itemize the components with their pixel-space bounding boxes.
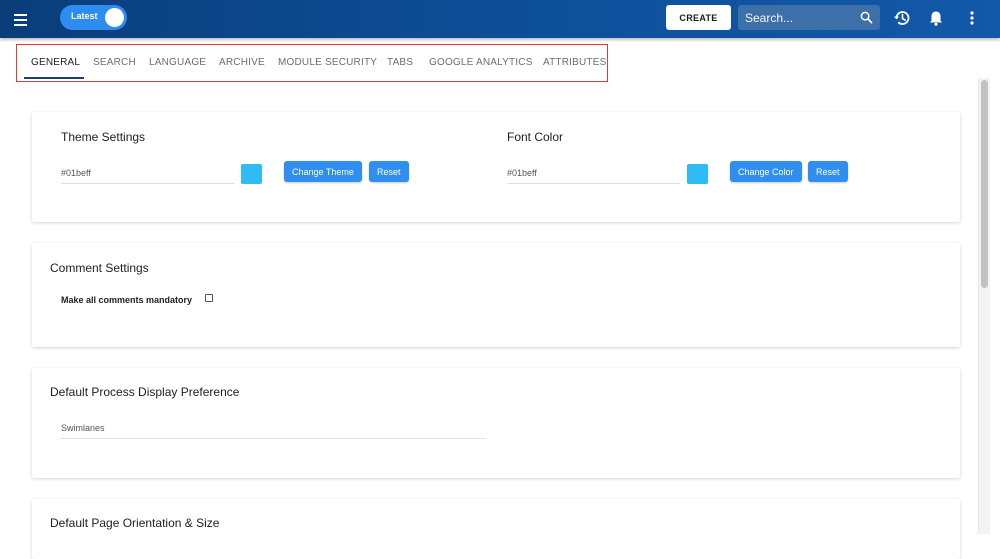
search-box: [738, 5, 880, 30]
create-button[interactable]: CREATE: [666, 5, 731, 30]
hamburger-menu-icon[interactable]: [10, 9, 32, 29]
latest-toggle-label: Latest: [71, 11, 98, 21]
active-tab-indicator: [24, 77, 84, 79]
process-display-title: Default Process Display Preference: [50, 385, 240, 399]
tab-attributes[interactable]: ATTRIBUTES: [543, 57, 606, 68]
settings-tab-bar: GENERAL SEARCH LANGUAGE ARCHIVE MODULE S…: [16, 44, 608, 82]
search-input[interactable]: [738, 5, 858, 30]
page-orientation-card: Default Page Orientation & Size: [32, 499, 960, 559]
scrollbar-thumb[interactable]: [981, 80, 988, 288]
change-theme-button[interactable]: Change Theme: [284, 161, 362, 182]
mandatory-comments-label: Make all comments mandatory: [61, 295, 193, 305]
reset-font-color-button[interactable]: Reset: [808, 161, 848, 182]
tab-search[interactable]: SEARCH: [93, 57, 136, 68]
font-color-field[interactable]: #01beff: [507, 164, 680, 184]
theme-settings-card: Theme Settings #01beff Change Theme Rese…: [32, 112, 960, 222]
comment-settings-title: Comment Settings: [50, 261, 149, 275]
tab-google-analytics[interactable]: GOOGLE ANALYTICS: [429, 57, 533, 68]
history-icon[interactable]: [892, 8, 912, 28]
theme-settings-title: Theme Settings: [61, 130, 146, 144]
search-icon[interactable]: [860, 11, 873, 24]
more-options-icon[interactable]: [962, 8, 982, 28]
change-color-button[interactable]: Change Color: [730, 161, 802, 182]
mandatory-comments-checkbox[interactable]: [205, 294, 213, 302]
tab-general[interactable]: GENERAL: [31, 57, 80, 68]
page-orientation-title: Default Page Orientation & Size: [50, 516, 220, 530]
tab-tabs[interactable]: TABS: [387, 57, 413, 68]
top-app-bar: Latest CREATE: [0, 0, 1000, 38]
reset-theme-button[interactable]: Reset: [369, 161, 409, 182]
theme-color-field[interactable]: #01beff: [61, 164, 234, 184]
tab-module-security[interactable]: MODULE SECURITY: [278, 57, 377, 68]
theme-color-swatch[interactable]: [241, 164, 262, 184]
page-scrollbar[interactable]: [978, 78, 990, 534]
latest-toggle[interactable]: Latest: [60, 5, 127, 30]
toggle-knob: [105, 8, 124, 27]
font-color-swatch[interactable]: [687, 164, 708, 184]
tab-language[interactable]: LANGUAGE: [149, 57, 206, 68]
comment-settings-card: Comment Settings Make all comments manda…: [32, 243, 960, 347]
process-display-card: Default Process Display Preference Swiml…: [32, 368, 960, 478]
font-color-title: Font Color: [507, 130, 564, 144]
notifications-bell-icon[interactable]: [926, 8, 946, 28]
process-display-select[interactable]: Swimlanes: [61, 419, 486, 439]
tab-archive[interactable]: ARCHIVE: [219, 57, 265, 68]
